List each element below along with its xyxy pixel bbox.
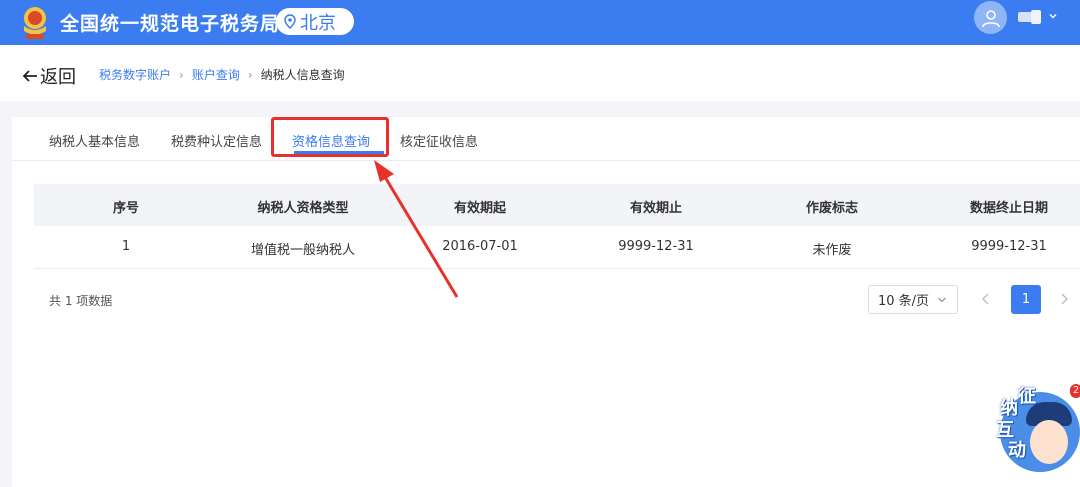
annotation-highlight-box <box>271 117 389 157</box>
prev-page-button[interactable] <box>980 291 992 307</box>
column-header: 纳税人资格类型 <box>257 201 349 216</box>
table-header: 序号 纳税人资格类型 有效期起 有效期止 作废标志 数据终止日期 <box>34 184 1080 226</box>
table-cell: 增值税一般纳税人 <box>250 243 356 258</box>
region-selector[interactable]: 北京 <box>276 8 354 35</box>
location-pin-icon <box>284 14 296 29</box>
back-label: 返回 <box>40 67 76 88</box>
table-cell: 1 <box>121 239 131 254</box>
column-header: 数据终止日期 <box>969 201 1049 216</box>
page-number-button[interactable]: 1 <box>1011 285 1041 314</box>
breadcrumb-item-digital-account[interactable]: 税务数字账户 <box>99 66 171 83</box>
chevron-down-icon <box>938 297 946 303</box>
top-header: 全国统一规范电子税务局 北京 <box>0 0 1080 45</box>
page-size-select[interactable]: 10 条/页 <box>868 285 958 314</box>
table-row: 1 增值税一般纳税人 2016-07-01 9999-12-31 未作废 999… <box>34 226 1080 269</box>
mascot-face <box>1030 420 1068 464</box>
content-card: 纳税人基本信息 税费种认定信息 资格信息查询 核定征收信息 序号 纳税人资格类型… <box>12 117 1080 487</box>
tab-tax-type-info[interactable]: 税费种认定信息 <box>171 131 262 150</box>
help-mascot-button[interactable]: 征 纳 互 动 2 <box>990 380 1080 487</box>
column-header: 有效期起 <box>453 201 507 216</box>
table-cell: 9999-12-31 <box>618 239 694 254</box>
notification-badge: 2 <box>1070 384 1080 398</box>
back-button[interactable]: 返回 <box>22 63 76 89</box>
chevron-right-icon: › <box>179 67 184 82</box>
column-header: 有效期止 <box>629 201 683 216</box>
breadcrumb-item-current: 纳税人信息查询 <box>260 68 345 82</box>
table-cell: 未作废 <box>812 243 852 258</box>
table-cell: 2016-07-01 <box>442 239 518 254</box>
breadcrumb-item-account-query[interactable]: 账户查询 <box>192 66 240 83</box>
page-size-value: 10 条/页 <box>878 294 930 309</box>
column-header: 序号 <box>112 201 140 216</box>
tab-basic-info[interactable]: 纳税人基本信息 <box>49 131 140 150</box>
user-icon <box>981 9 1000 27</box>
arrow-left-icon <box>22 70 37 82</box>
total-count: 共 1 项数据 <box>49 294 113 308</box>
tab-assessed-collection-info[interactable]: 核定征收信息 <box>400 131 478 150</box>
mascot-char: 动 <box>1008 440 1026 461</box>
mascot-char: 征 <box>1018 386 1036 407</box>
region-label: 北京 <box>300 12 336 34</box>
tax-emblem-icon <box>24 7 46 39</box>
table-cell: 9999-12-31 <box>971 239 1047 254</box>
column-header: 作废标志 <box>805 201 859 216</box>
chevron-down-icon[interactable] <box>1048 11 1058 21</box>
chevron-right-icon: › <box>247 67 253 82</box>
user-name-redacted-part <box>1031 10 1041 24</box>
app-title: 全国统一规范电子税务局 <box>60 13 281 35</box>
breadcrumb: 税务数字账户 › 账户查询 › 纳税人信息查询 <box>99 66 345 83</box>
breadcrumb-bar: 返回 税务数字账户 › 账户查询 › 纳税人信息查询 <box>0 45 1080 101</box>
tab-bar: 纳税人基本信息 税费种认定信息 资格信息查询 核定征收信息 <box>12 117 1080 161</box>
user-avatar[interactable] <box>974 1 1007 34</box>
next-page-button[interactable] <box>1058 291 1070 307</box>
